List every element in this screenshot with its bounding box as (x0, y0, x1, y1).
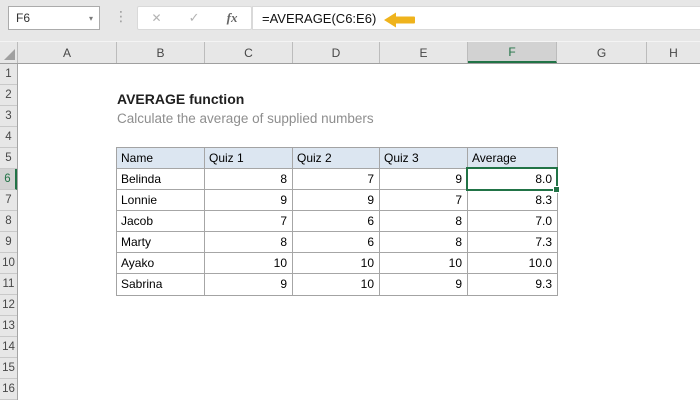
insert-function-icon[interactable]: fx (227, 10, 238, 26)
row-header-6-selected[interactable]: 6 (0, 169, 17, 190)
column-header-b[interactable]: B (117, 42, 205, 63)
cell-c6[interactable]: 8 (205, 169, 293, 190)
enter-icon[interactable]: ✓ (189, 10, 200, 26)
cell-e11[interactable]: 9 (380, 274, 468, 295)
row-header-13[interactable]: 13 (0, 316, 17, 337)
column-header-h[interactable]: H (647, 42, 700, 63)
cell-e7[interactable]: 7 (380, 190, 468, 211)
name-box-dropdown-icon[interactable]: ▾ (89, 14, 93, 23)
column-header-f-selected[interactable]: F (468, 42, 557, 63)
table-header-quiz1[interactable]: Quiz 1 (205, 148, 293, 169)
cell-c10[interactable]: 10 (205, 253, 293, 274)
column-header-e[interactable]: E (380, 42, 468, 63)
row-header-5[interactable]: 5 (0, 148, 17, 169)
row-header-8[interactable]: 8 (0, 211, 17, 232)
row-header-15[interactable]: 15 (0, 358, 17, 379)
row-header-9[interactable]: 9 (0, 232, 17, 253)
column-header-d[interactable]: D (293, 42, 380, 63)
fill-handle[interactable] (553, 186, 560, 193)
cell-e6[interactable]: 9 (380, 169, 468, 190)
cell-c9[interactable]: 8 (205, 232, 293, 253)
name-box-value: F6 (16, 11, 31, 25)
selected-cell-outline[interactable] (466, 167, 560, 193)
column-header-c[interactable]: C (205, 42, 293, 63)
cell-e10[interactable]: 10 (380, 253, 468, 274)
cancel-icon[interactable]: ✕ (152, 11, 162, 25)
table-header-quiz3[interactable]: Quiz 3 (380, 148, 468, 169)
row-header-14[interactable]: 14 (0, 337, 17, 358)
cell-d9[interactable]: 6 (293, 232, 380, 253)
cell-e8[interactable]: 8 (380, 211, 468, 232)
cell-b6[interactable]: Belinda (117, 169, 205, 190)
formula-buttons: ✕ ✓ fx (137, 6, 252, 30)
cell-d6[interactable]: 7 (293, 169, 380, 190)
cell-b8[interactable]: Jacob (117, 211, 205, 232)
callout-arrow-icon (384, 12, 415, 28)
row-header-3[interactable]: 3 (0, 106, 17, 127)
cell-b11[interactable]: Sabrina (117, 274, 205, 295)
cell-c11[interactable]: 9 (205, 274, 293, 295)
row-header-1[interactable]: 1 (0, 64, 17, 85)
row-header-11[interactable]: 11 (0, 274, 17, 295)
cell-f8[interactable]: 7.0 (468, 211, 557, 232)
cell-f7[interactable]: 8.3 (468, 190, 557, 211)
cell-f10[interactable]: 10.0 (468, 253, 557, 274)
page-title[interactable]: AVERAGE function (117, 91, 244, 107)
formula-bar: F6 ▾ ⋮ ✕ ✓ fx =AVERAGE(C6:E6) (0, 0, 700, 41)
cell-b7[interactable]: Lonnie (117, 190, 205, 211)
select-all-corner[interactable] (0, 42, 18, 63)
formula-text: =AVERAGE(C6:E6) (262, 10, 377, 26)
row-header-4[interactable]: 4 (0, 127, 17, 148)
cell-c8[interactable]: 7 (205, 211, 293, 232)
table-header-average[interactable]: Average (468, 148, 557, 169)
formula-input[interactable]: =AVERAGE(C6:E6) (252, 6, 700, 30)
select-all-triangle-icon (4, 49, 15, 60)
table-header-quiz2[interactable]: Quiz 2 (293, 148, 380, 169)
column-header-g[interactable]: G (557, 42, 647, 63)
row-header-12[interactable]: 12 (0, 295, 17, 316)
column-header-a[interactable]: A (18, 42, 117, 63)
cell-b10[interactable]: Ayako (117, 253, 205, 274)
table-header-name[interactable]: Name (117, 148, 205, 169)
cell-f9[interactable]: 7.3 (468, 232, 557, 253)
row-header-16[interactable]: 16 (0, 379, 17, 400)
cell-b9[interactable]: Marty (117, 232, 205, 253)
column-headers: A B C D E F G H (0, 41, 700, 64)
cell-e9[interactable]: 8 (380, 232, 468, 253)
formula-bar-separator-icon: ⋮ (114, 8, 128, 24)
page-subtitle[interactable]: Calculate the average of supplied number… (117, 111, 374, 126)
cell-d10[interactable]: 10 (293, 253, 380, 274)
row-header-10[interactable]: 10 (0, 253, 17, 274)
excel-window: F6 ▾ ⋮ ✕ ✓ fx =AVERAGE(C6:E6) A B C D E … (0, 0, 700, 400)
name-box[interactable]: F6 ▾ (8, 6, 100, 30)
row-header-7[interactable]: 7 (0, 190, 17, 211)
row-header-2[interactable]: 2 (0, 85, 17, 106)
cell-f11[interactable]: 9.3 (468, 274, 557, 295)
row-headers: 1 2 3 4 5 6 7 8 9 10 11 12 13 14 15 16 (0, 64, 18, 400)
cell-d11[interactable]: 10 (293, 274, 380, 295)
cell-d7[interactable]: 9 (293, 190, 380, 211)
cell-d8[interactable]: 6 (293, 211, 380, 232)
cell-c7[interactable]: 9 (205, 190, 293, 211)
